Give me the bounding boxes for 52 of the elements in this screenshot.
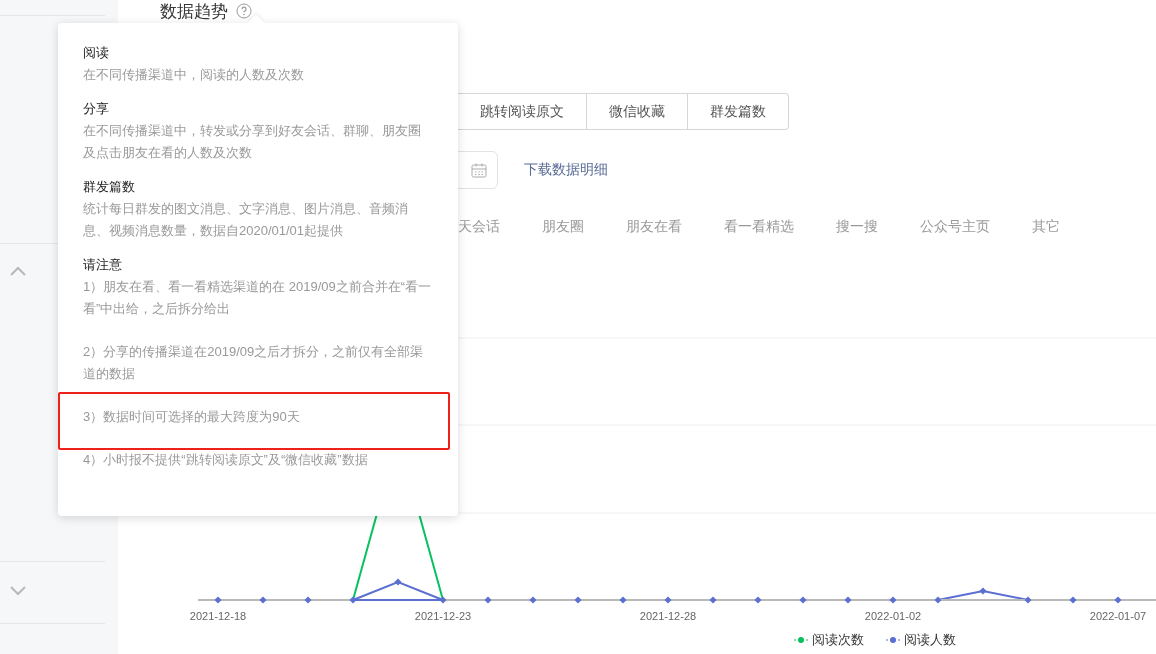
channel-tab[interactable]: 看一看精选 xyxy=(724,218,794,236)
popover-text: 在不同传播渠道中，转发或分享到好友会话、群聊、朋友圈及点击朋友在看的人数及次数 xyxy=(83,122,422,162)
popover-text: 3）数据时间可选择的最大跨度为90天 xyxy=(83,408,301,426)
section-title: 数据趋势 xyxy=(160,0,228,23)
data-point xyxy=(664,596,672,604)
channel-tab[interactable]: 朋友圈 xyxy=(542,218,584,236)
data-point xyxy=(574,596,582,604)
data-point xyxy=(259,596,267,604)
popover-heading: 阅读 xyxy=(83,44,110,62)
chevron-down-icon[interactable] xyxy=(10,586,26,596)
legend-label: 阅读次数 xyxy=(812,632,864,647)
data-point xyxy=(1024,596,1032,604)
channel-tab[interactable]: 朋友在看 xyxy=(626,218,682,236)
data-point xyxy=(844,596,852,604)
popover-text: 在不同传播渠道中，阅读的人数及次数 xyxy=(83,66,305,84)
metric-tab[interactable]: 微信收藏 xyxy=(587,93,688,130)
data-point xyxy=(619,596,627,604)
data-point xyxy=(529,596,537,604)
popover-heading: 群发篇数 xyxy=(83,178,136,196)
chevron-up-icon[interactable] xyxy=(10,266,26,276)
data-point xyxy=(304,596,312,604)
data-point xyxy=(979,587,987,595)
data-point xyxy=(934,596,942,604)
x-axis-label: 2021-12-28 xyxy=(639,610,697,622)
popover-heading: 分享 xyxy=(83,100,110,118)
data-point xyxy=(1069,596,1077,604)
channel-tab[interactable]: 其它 xyxy=(1032,218,1060,236)
channel-tab[interactable]: 搜一搜 xyxy=(836,218,878,236)
x-axis-label: 2021-12-23 xyxy=(414,610,472,622)
data-point xyxy=(889,596,897,604)
data-point xyxy=(709,596,717,604)
legend-label: 阅读人数 xyxy=(904,632,956,647)
data-point xyxy=(1114,596,1122,604)
popover-text: 统计每日群发的图文消息、文字消息、图片消息、音频消息、视频消息数量，数据自2020/01/01起提供 xyxy=(83,200,409,240)
x-axis-label: 2022-01-07 xyxy=(1089,610,1147,622)
download-link[interactable]: 下载数据明细 xyxy=(524,161,608,179)
data-point xyxy=(394,578,402,586)
data-point xyxy=(484,596,492,604)
channel-tab[interactable]: 公众号主页 xyxy=(920,218,990,236)
x-axis-label: 2021-12-18 xyxy=(189,610,247,622)
calendar-icon xyxy=(471,162,487,178)
data-point xyxy=(754,596,762,604)
metric-tab[interactable]: 跳转阅读原文 xyxy=(458,93,587,130)
popover-text: 4）小时报不提供“跳转阅读原文”及“微信收藏”数据 xyxy=(83,451,369,469)
data-point xyxy=(799,596,807,604)
popover-heading: 请注意 xyxy=(83,256,123,274)
popover-text: 2）分享的传播渠道在2019/09之后才拆分，之前仅有全部渠道的数据 xyxy=(83,343,425,383)
channel-tab[interactable]: 天会话 xyxy=(458,218,500,236)
x-axis-label: 2022-01-02 xyxy=(864,610,922,622)
help-icon[interactable] xyxy=(236,3,252,19)
data-point xyxy=(214,596,222,604)
metric-tab[interactable]: 群发篇数 xyxy=(688,93,789,130)
